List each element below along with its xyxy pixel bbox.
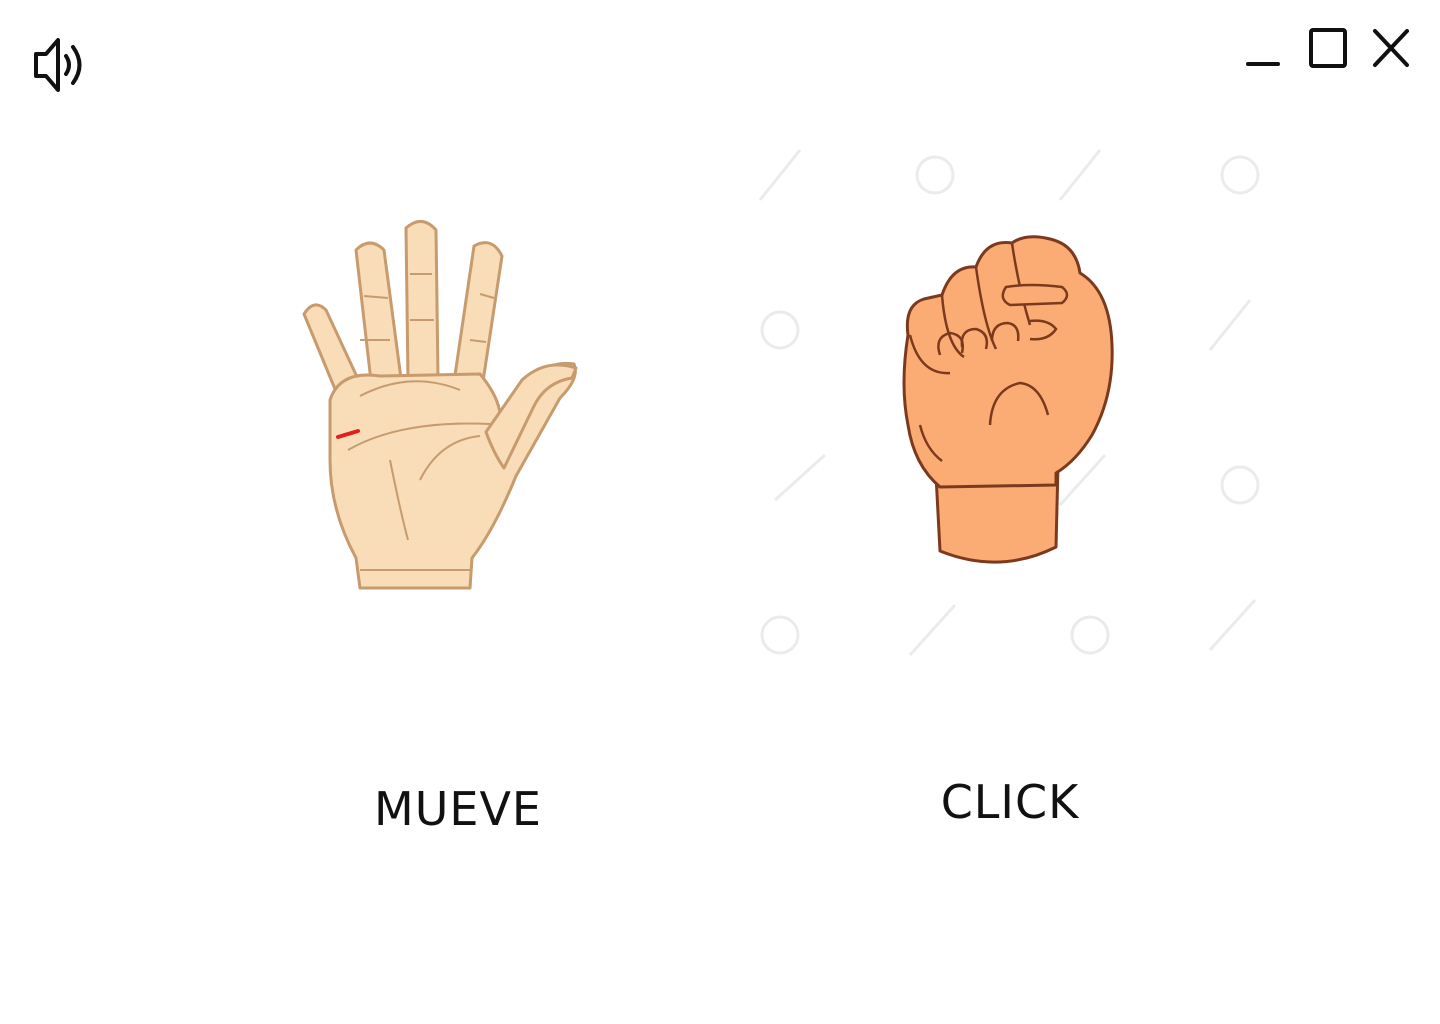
closed-fist-image: [880, 225, 1130, 575]
minimize-icon: [1246, 62, 1280, 66]
maximize-button[interactable]: [1304, 24, 1350, 74]
minimize-button[interactable]: [1240, 24, 1286, 74]
window-controls: [1240, 24, 1430, 74]
open-hand-icon: [302, 220, 578, 590]
sound-button[interactable]: [30, 34, 94, 94]
maximize-icon: [1309, 28, 1347, 68]
close-icon: [1373, 29, 1409, 67]
move-label: MUEVE: [374, 782, 542, 836]
gesture-instructions-screen: MUEVE CLICK: [0, 0, 1440, 1024]
open-hand-image: [290, 210, 590, 590]
close-button[interactable]: [1368, 24, 1414, 74]
click-label: CLICK: [940, 775, 1080, 829]
speaker-volume-icon: [34, 38, 82, 92]
closed-fist-icon: [902, 235, 1114, 564]
